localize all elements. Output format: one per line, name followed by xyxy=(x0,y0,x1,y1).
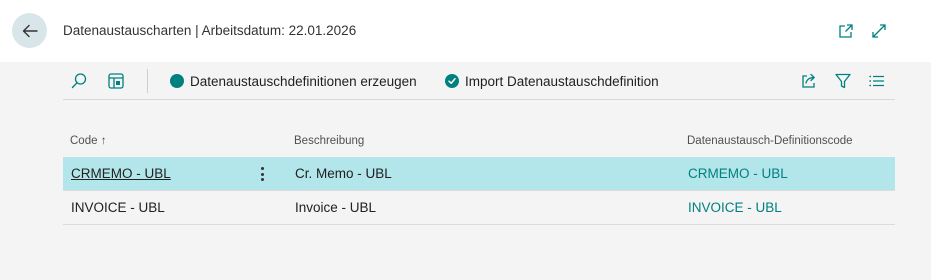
description-cell: Invoice - UBL xyxy=(295,200,377,215)
back-button[interactable] xyxy=(12,13,47,48)
expand-icon[interactable] xyxy=(870,22,888,40)
open-new-window-icon[interactable] xyxy=(837,22,855,40)
sort-ascending-icon: ↑ xyxy=(100,135,107,147)
code-cell[interactable]: INVOICE - UBL xyxy=(71,200,165,215)
list-view-icon[interactable] xyxy=(867,71,887,91)
import-definition-label: Import Datenaustauschdefinition xyxy=(465,73,659,89)
column-header-definition-code[interactable]: Datenaustausch-Definitionscode xyxy=(687,135,853,147)
import-definition-action[interactable]: Import Datenaustauschdefinition xyxy=(445,72,659,90)
table-row[interactable]: CRMEMO - UBL Cr. Memo - UBL CRMEMO - UBL xyxy=(63,157,895,191)
table-row[interactable]: INVOICE - UBL Invoice - UBL INVOICE - UB… xyxy=(63,191,895,225)
row-actions-menu-icon[interactable] xyxy=(256,165,268,183)
description-cell: Cr. Memo - UBL xyxy=(295,166,392,181)
page-header: Datenaustauscharten | Arbeitsdatum: 22.0… xyxy=(0,0,931,62)
page-content: Datenaustauschdefinitionen erzeugen Impo… xyxy=(0,62,931,280)
share-icon[interactable] xyxy=(799,71,819,91)
column-header-code-label: Code xyxy=(70,135,98,147)
circle-icon xyxy=(170,74,184,88)
filter-icon[interactable] xyxy=(833,71,853,91)
page-title: Datenaustauscharten | Arbeitsdatum: 22.0… xyxy=(63,23,357,38)
column-header-code[interactable]: Code ↑ xyxy=(70,135,106,147)
check-circle-icon xyxy=(445,74,459,88)
action-bar: Datenaustauschdefinitionen erzeugen Impo… xyxy=(63,62,895,100)
view-layout-icon[interactable] xyxy=(106,71,126,91)
definition-code-cell[interactable]: CRMEMO - UBL xyxy=(688,166,788,181)
create-definitions-label: Datenaustauschdefinitionen erzeugen xyxy=(190,73,417,89)
definition-code-cell[interactable]: INVOICE - UBL xyxy=(688,200,782,215)
toolbar-divider xyxy=(147,69,148,93)
column-header-description[interactable]: Beschreibung xyxy=(294,135,364,147)
code-cell[interactable]: CRMEMO - UBL xyxy=(71,166,171,181)
search-icon[interactable] xyxy=(69,71,89,91)
create-definitions-action[interactable]: Datenaustauschdefinitionen erzeugen xyxy=(170,72,417,90)
back-arrow-icon xyxy=(22,24,38,37)
